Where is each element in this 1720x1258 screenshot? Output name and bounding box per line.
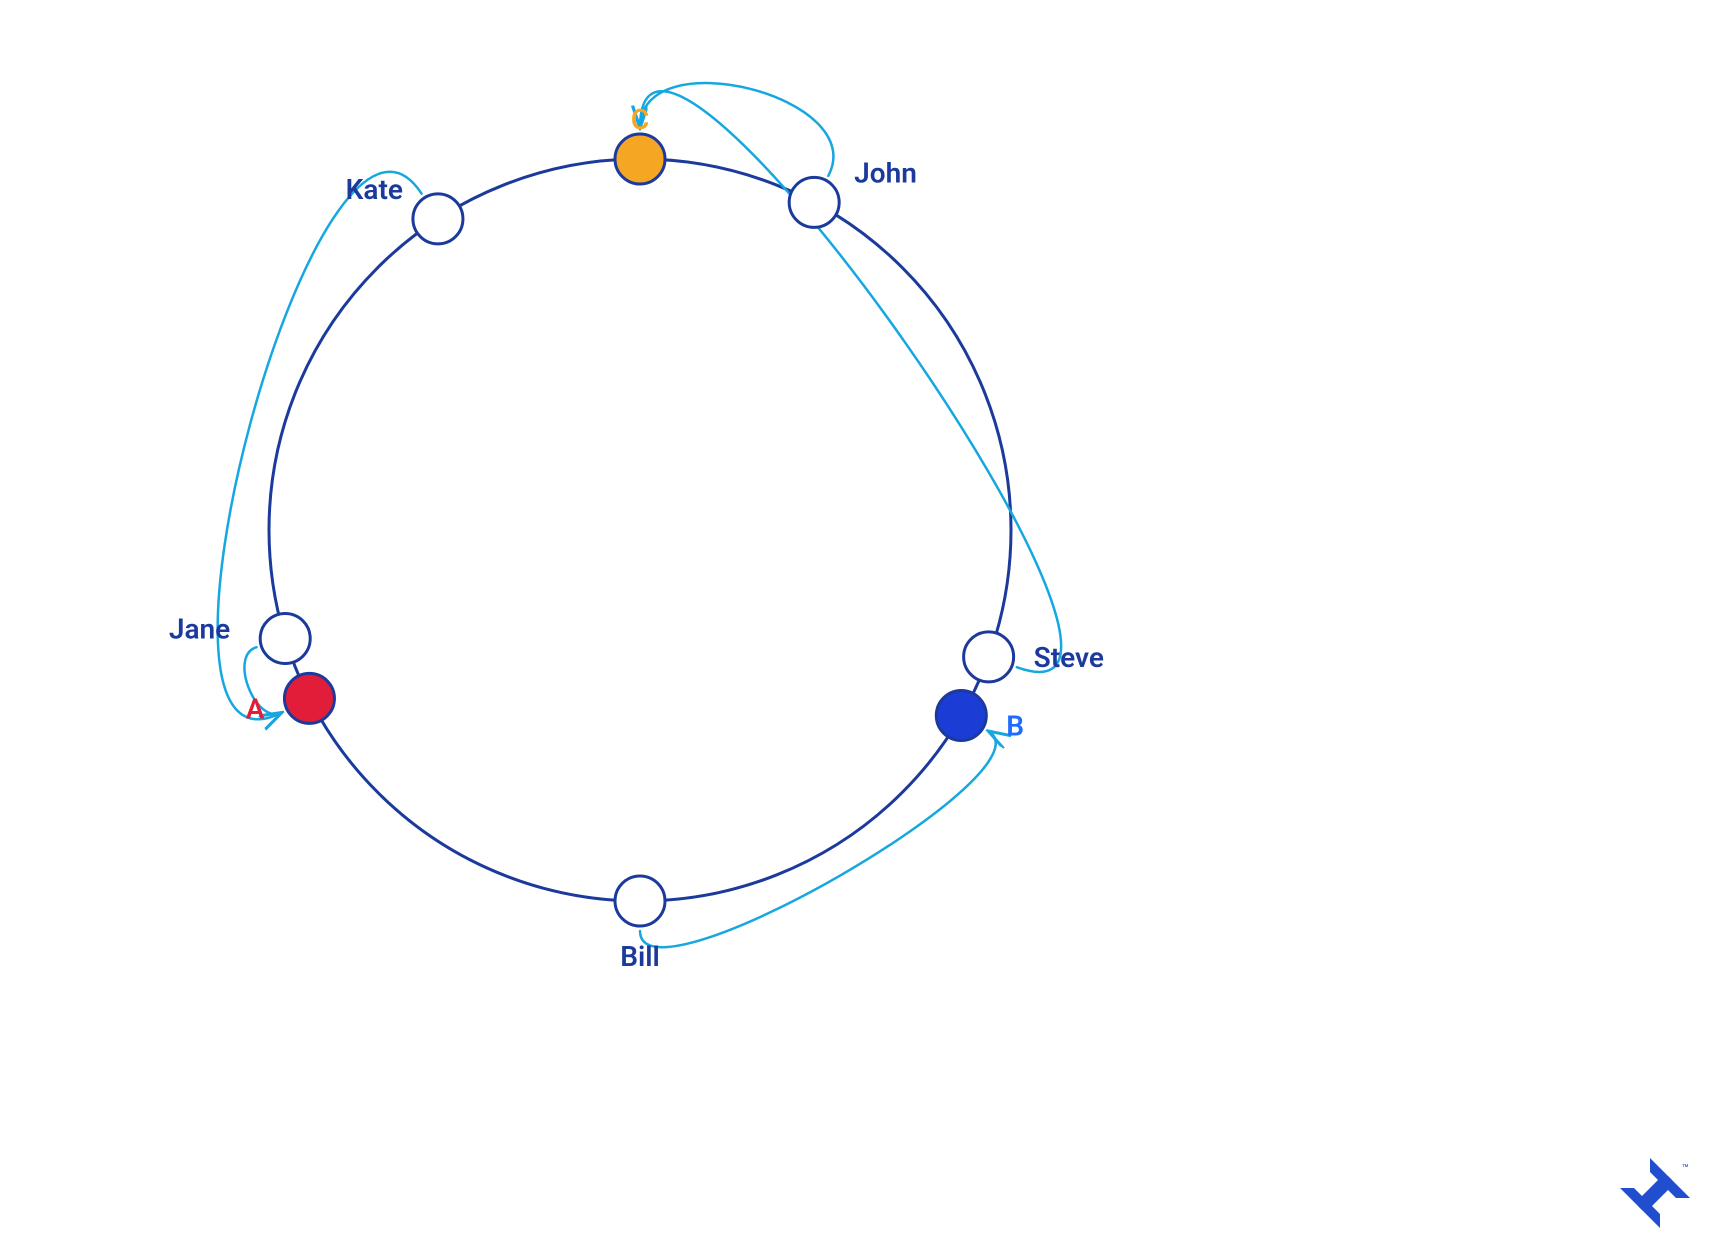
hash-ring-diagram: C John Steve B Bill A Jane Kate [0, 0, 1720, 1258]
label-kate: Kate [346, 173, 403, 206]
label-a: A [246, 692, 265, 725]
arrow-bill-to-b [640, 731, 996, 947]
label-jane: Jane [169, 612, 230, 645]
label-steve: Steve [1034, 641, 1104, 674]
label-b: B [1006, 710, 1024, 743]
logo-tm: ™ [1682, 1162, 1689, 1175]
node-b [936, 691, 986, 741]
arrow-steve-to-c [640, 91, 1061, 672]
node-john [789, 177, 839, 227]
node-jane [260, 613, 310, 663]
node-c [615, 134, 665, 184]
label-john: John [854, 156, 917, 189]
node-bill [615, 876, 665, 926]
node-kate [413, 194, 463, 244]
label-bill: Bill [620, 940, 660, 973]
ring-circle [269, 159, 1011, 901]
node-a [284, 673, 334, 723]
label-c: C [631, 103, 649, 136]
arrow-john-to-c [640, 83, 833, 176]
node-steve [964, 632, 1014, 682]
toptal-logo: ™ [1620, 1158, 1690, 1228]
